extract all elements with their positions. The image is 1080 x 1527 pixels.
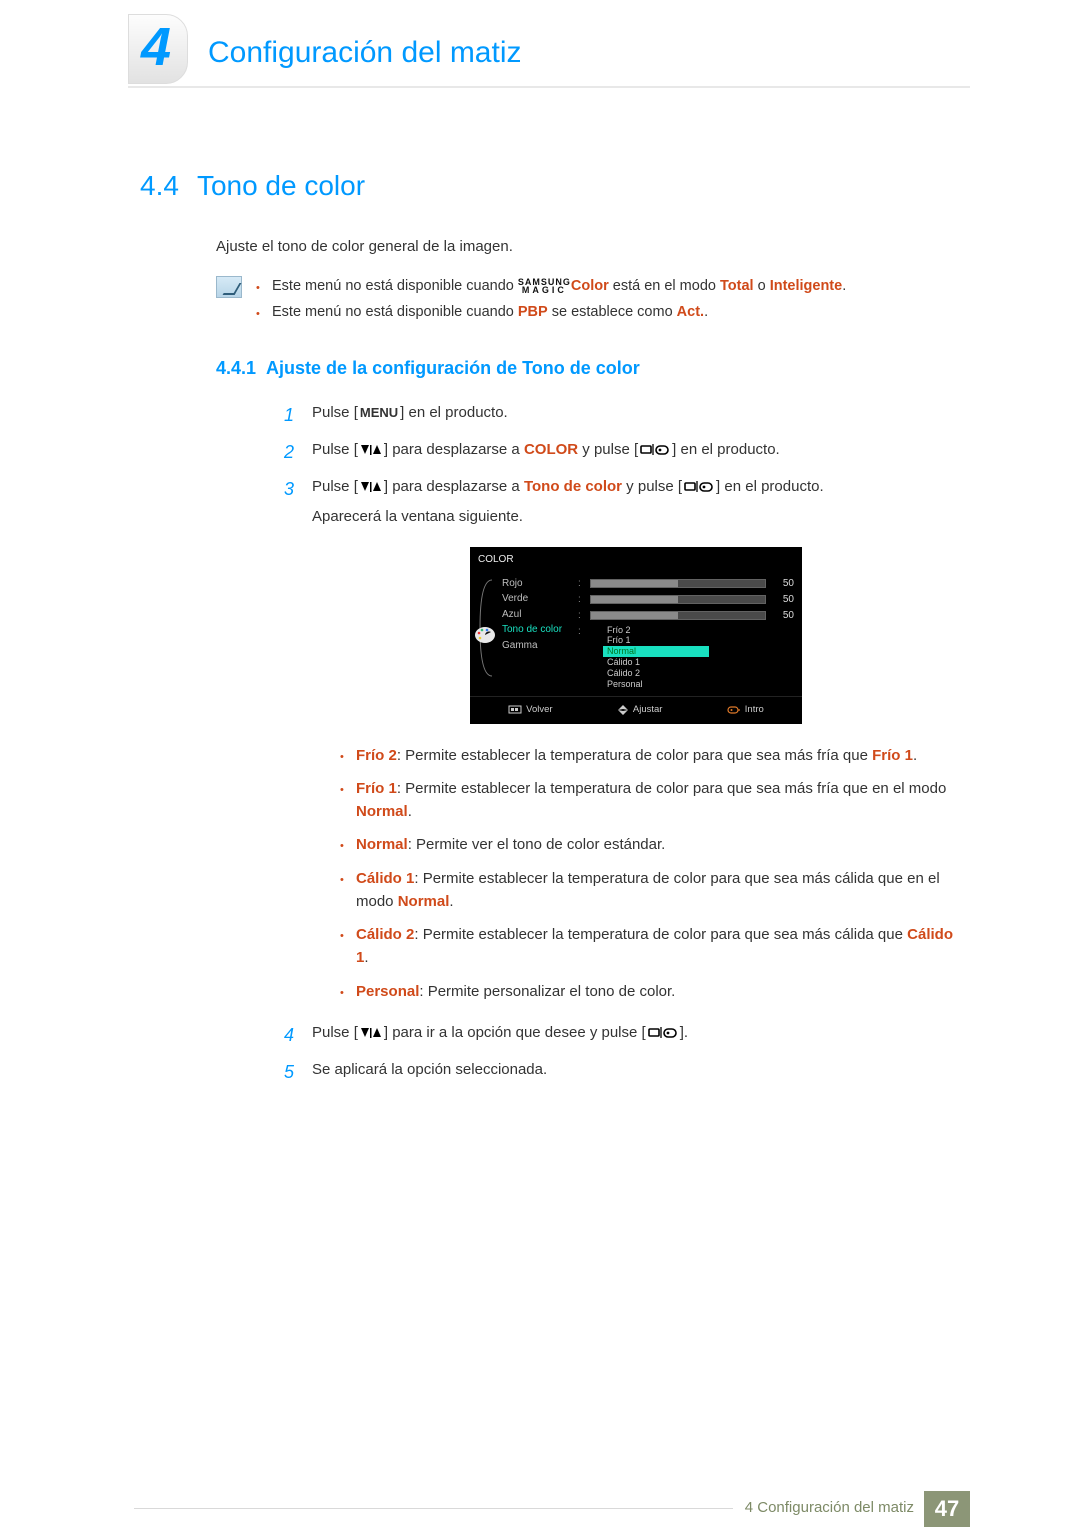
section-heading: 4.4 Tono de color [140,170,960,202]
section-title: Tono de color [197,170,365,202]
step-item: 1 Pulse [MENU] en el producto. [284,401,960,430]
palette-icon [474,626,496,644]
page-number: 47 [924,1491,970,1527]
subsection-heading: 4.4.1 Ajuste de la configuración de Tono … [216,358,960,379]
up-down-button-glyph [358,442,384,457]
note-icon [216,276,242,298]
select-button-glyph [638,442,672,457]
osd-item-selected: Tono de color [502,622,562,638]
osd-option: Personal [603,679,709,690]
enter-icon [727,705,741,715]
chapter-number-badge: 4 [128,14,188,84]
osd-screenshot: COLOR [312,547,960,724]
note-list: Este menú no está disponible cuando SAMS… [256,275,846,328]
osd-slider-row: :50 [578,608,794,624]
step-item: 5 Se aplicará la opción seleccionada. [284,1058,960,1087]
up-down-button-glyph [358,1025,384,1040]
definition-item: Frío 1: Permite establecer la temperatur… [340,777,960,824]
osd-dropdown: Frío 2 Frío 1 Normal Cálido 1 Cálido 2 P… [602,624,710,691]
footer-rule [134,1508,733,1527]
step-item: 3 Pulse [] para desplazarse a Tono de co… [284,475,960,1013]
chapter-title: Configuración del matiz [208,20,522,70]
adjust-icon [617,705,629,715]
osd-slider-row: :50 [578,592,794,608]
definition-item: Personal: Permite personalizar el tono d… [340,980,960,1003]
definition-item: Frío 2: Permite establecer la temperatur… [340,744,960,767]
menu-button-glyph: MENU [358,405,400,420]
definition-item: Cálido 1: Permite establecer la temperat… [340,867,960,914]
step-item: 2 Pulse [] para desplazarse a COLOR y pu… [284,438,960,467]
definition-item: Normal: Permite ver el tono de color est… [340,833,960,856]
chapter-underline [128,86,970,88]
definition-item: Cálido 2: Permite establecer la temperat… [340,923,960,970]
osd-footer-adjust: Ajustar [617,702,663,717]
note-item: Este menú no está disponible cuando SAMS… [256,275,846,297]
osd-footer-enter: Intro [727,702,764,717]
intro-text: Ajuste el tono de color general de la im… [216,238,960,255]
section-number: 4.4 [140,170,179,202]
step-item: 4 Pulse [] para ir a la opción que desee… [284,1021,960,1050]
steps-list: 1 Pulse [MENU] en el producto. 2 Pulse [… [284,401,960,1086]
osd-item: Rojo [502,576,562,592]
osd-item: Gamma [502,638,562,654]
footer-chapter-ref: 4 Configuración del matiz [733,1491,924,1527]
osd-item: Verde [502,591,562,607]
osd-option: Frío 1 [603,635,709,646]
definition-list: Frío 2: Permite establecer la temperatur… [340,744,960,1003]
subsection-number: 4.4.1 [216,358,256,379]
osd-option: Frío 2 [603,625,709,636]
select-button-glyph [682,479,716,494]
osd-option: Cálido 1 [603,657,709,668]
subsection-title: Ajuste de la configuración de Tono de co… [266,358,640,378]
osd-option-highlight: Normal [603,646,709,657]
osd-panel: COLOR [470,547,802,724]
select-button-glyph [646,1025,680,1040]
osd-footer-back: Volver [508,702,552,717]
samsung-magic-logo: SAMSUNGMAGIC [518,278,571,294]
chapter-number: 4 [141,20,171,74]
osd-item: Azul [502,607,562,623]
osd-option: Cálido 2 [603,668,709,679]
osd-title: COLOR [470,547,802,576]
note-block: Este menú no está disponible cuando SAMS… [216,275,960,328]
osd-bracket-icon [478,578,494,678]
back-icon [508,705,522,714]
osd-footer: Volver Ajustar Intro [470,696,802,723]
osd-slider-row: :50 [578,576,794,592]
up-down-button-glyph [358,479,384,494]
osd-menu-items: Rojo Verde Azul Tono de color Gamma [502,576,562,691]
page-footer: 4 Configuración del matiz 47 [50,1491,1030,1527]
note-item: Este menú no está disponible cuando PBP … [256,301,846,323]
chapter-banner: 4 Configuración del matiz [50,0,1030,70]
